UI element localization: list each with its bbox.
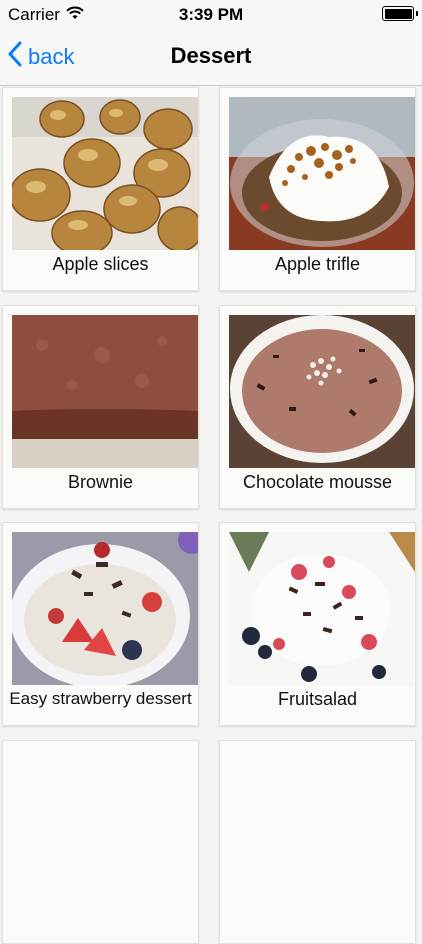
recipe-card-partial[interactable] [2, 740, 199, 944]
navigation-bar: back Dessert [0, 30, 422, 86]
recipe-title: Fruitsalad [277, 689, 358, 709]
status-time: 3:39 PM [178, 5, 244, 24]
recipe-title: Chocolate mousse [242, 472, 393, 492]
recipe-title: Easy strawberry dessert [9, 689, 192, 708]
recipe-title: Apple trifle [274, 254, 361, 274]
recipe-card-partial[interactable] [219, 740, 416, 944]
recipe-photo [12, 315, 198, 468]
recipe-card-easy-strawberry-dessert[interactable]: Easy strawberry dessert [2, 522, 199, 726]
recipe-photo [229, 532, 415, 685]
recipe-photo [12, 97, 198, 250]
recipe-card-apple-trifle[interactable]: Apple trifle [219, 87, 416, 291]
recipe-grid: Apple slices Apple trifle Brownie Chocol… [0, 87, 422, 944]
recipe-title: Brownie [67, 472, 134, 492]
recipe-photo [229, 315, 415, 468]
status-bar: Carrier 3:39 PM [0, 0, 422, 30]
recipe-card-chocolate-mousse[interactable]: Chocolate mousse [219, 305, 416, 509]
page-title: Dessert [170, 43, 252, 68]
recipe-card-brownie[interactable]: Brownie [2, 305, 199, 509]
recipe-card-fruitsalad[interactable]: Fruitsalad [219, 522, 416, 726]
recipe-photo [12, 532, 198, 685]
recipe-card-apple-slices[interactable]: Apple slices [2, 87, 199, 291]
recipe-title: Apple slices [52, 254, 149, 274]
recipe-photo [229, 97, 415, 250]
battery-icon [382, 6, 418, 21]
